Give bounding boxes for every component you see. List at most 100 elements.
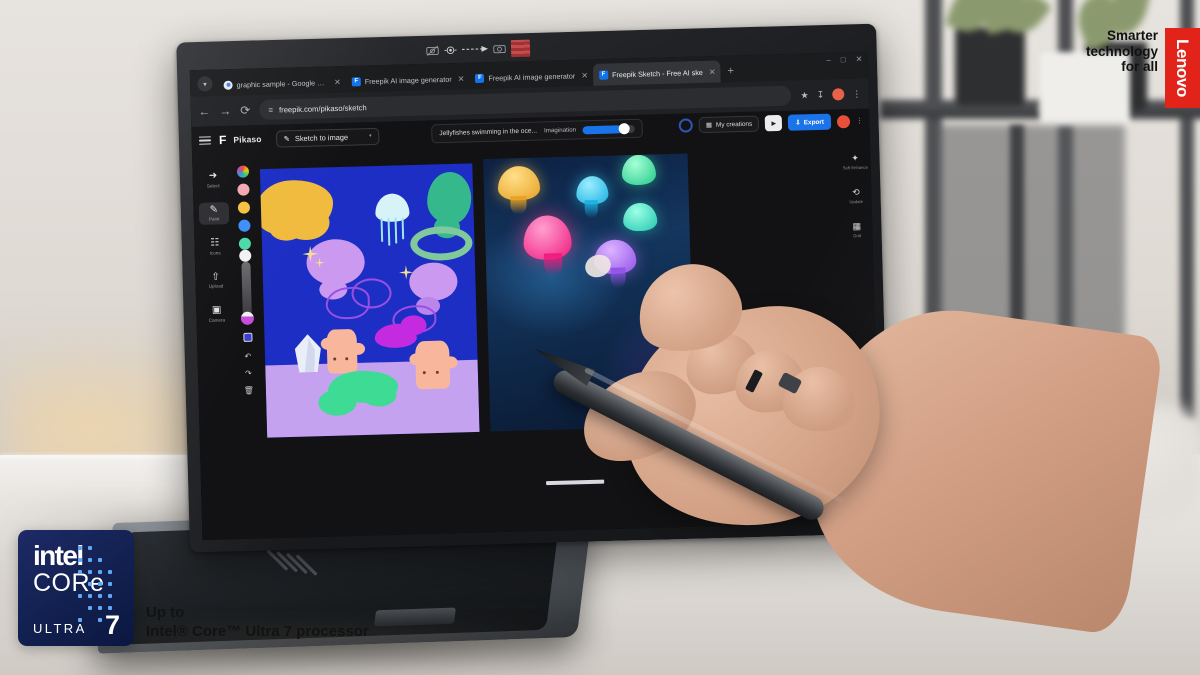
my-creations-button[interactable]: ▦ My creations — [698, 115, 760, 134]
gallery-icon: ▦ — [705, 121, 713, 129]
undo-icon[interactable]: ↶ — [244, 352, 251, 361]
chevron-down-icon: ▾ — [368, 133, 372, 140]
tool-label: Camera — [208, 316, 226, 323]
hand-with-stylus — [585, 251, 1165, 675]
upload-icon: ⇧ — [211, 270, 221, 283]
tagline-line3: for all — [1121, 59, 1158, 75]
lenovo-wordmark: Lenovo — [1173, 38, 1193, 98]
brush-icon: ✎ — [209, 203, 219, 216]
brush-size-slider[interactable] — [239, 249, 254, 326]
menu-hamburger-icon[interactable] — [198, 135, 212, 146]
progress-ring-icon — [678, 118, 694, 133]
camera-off-icon — [426, 45, 439, 56]
swatch-yellow[interactable] — [237, 201, 251, 214]
close-icon[interactable]: ✕ — [709, 67, 716, 76]
slider-handle[interactable] — [618, 123, 630, 135]
google-icon — [223, 80, 233, 90]
window-controls: – □ ✕ — [826, 55, 862, 65]
rail-label: Soft Enhance — [842, 164, 868, 171]
profile-avatar[interactable] — [832, 88, 845, 101]
camera-icon: ▣ — [211, 304, 222, 316]
camera-shutter-indicator — [395, 35, 562, 63]
more-options-icon[interactable]: ⋮ — [856, 117, 863, 125]
address-bar-value: freepik.com/pikaso/sketch — [278, 102, 367, 114]
rail-update[interactable]: ⟲ Update — [849, 187, 863, 205]
bookmark-star-icon[interactable]: ★ — [800, 90, 808, 101]
freepik-icon: F — [351, 76, 361, 86]
close-window-icon[interactable]: ✕ — [856, 55, 863, 64]
intel-caption: Up to Intel® Core™ Ultra 7 processor — [146, 604, 369, 646]
back-icon[interactable]: ← — [198, 104, 210, 118]
lenovo-tagline: Smarter technology for all — [1086, 28, 1158, 75]
lenovo-branding: Smarter technology for all Lenovo — [1086, 28, 1200, 108]
mode-select-label: Sketch to image — [294, 132, 349, 143]
tab-title: Freepik Sketch - Free AI ske — [611, 67, 703, 79]
tagline-line2: technology — [1085, 43, 1158, 59]
color-wheel-icon[interactable] — [236, 165, 250, 178]
tool-upload[interactable]: ⇧ Upload — [200, 269, 231, 292]
trash-icon[interactable]: 🗑 — [244, 386, 254, 395]
intel-logo: intel CORe ULTRA 7 — [18, 530, 134, 646]
swatch-blue[interactable] — [238, 219, 251, 232]
rail-grid[interactable]: ▦ Grid — [852, 221, 861, 239]
tab-title: Freepik AI image generator — [364, 74, 452, 86]
tool-icons[interactable]: ☷ Icons — [200, 235, 231, 258]
imagination-slider[interactable] — [583, 123, 636, 135]
laptop-hinge — [374, 607, 456, 627]
my-creations-label: My creations — [715, 120, 753, 129]
close-icon[interactable]: ✕ — [581, 71, 588, 80]
close-icon[interactable]: ✕ — [458, 74, 465, 83]
download-icon: ⇩ — [795, 119, 801, 127]
swatch-pink[interactable] — [237, 183, 250, 196]
intel-badge: intel CORe ULTRA 7 Up to Intel® Core™ Ul… — [18, 530, 369, 646]
wand-icon: ✦ — [851, 152, 859, 164]
tab-search-chevron-icon[interactable]: ▾ — [197, 76, 213, 92]
rail-soft-enhance[interactable]: ✦ Soft Enhance — [842, 153, 868, 172]
export-label: Export — [803, 118, 825, 126]
tool-sidebar: ➜ Select ✎ Paint ☷ Icons ⇧ Upload ▣ Came… — [198, 168, 232, 326]
close-icon[interactable]: ✕ — [334, 77, 341, 86]
camera-on-icon — [493, 44, 506, 53]
red-warning-sticker — [510, 39, 531, 57]
tool-label: Paint — [208, 216, 220, 222]
new-tab-button[interactable]: + — [727, 65, 734, 77]
play-icon: ▶ — [771, 120, 777, 127]
tune-icon: ≡ — [268, 105, 274, 115]
tool-paint[interactable]: ✎ Paint — [198, 201, 230, 225]
arrow-icon — [461, 45, 488, 52]
lenovo-logo: Lenovo — [1165, 28, 1200, 108]
minimize-icon[interactable]: – — [826, 55, 831, 64]
layers-icon[interactable] — [242, 332, 253, 342]
color-palette: ↶ ↷ 🗑 — [234, 165, 258, 395]
intel-dot-pattern — [78, 546, 124, 626]
sketch-canvas[interactable] — [259, 163, 480, 438]
intel-caption-line1: Up to — [146, 604, 185, 622]
mode-select[interactable]: ✎ Sketch to image ▾ — [275, 127, 380, 148]
swatch-mint[interactable] — [238, 237, 252, 250]
brush-size-handle[interactable] — [240, 311, 254, 326]
tool-label: Icons — [209, 249, 221, 256]
user-avatar[interactable] — [836, 114, 851, 128]
fingertip — [582, 251, 614, 281]
downloads-icon[interactable]: ↧ — [817, 89, 825, 100]
tab-title: graphic sample - Google Sear — [236, 77, 329, 90]
forward-icon[interactable]: → — [219, 104, 231, 118]
menu-kebab-icon[interactable]: ⋮ — [852, 88, 861, 99]
tool-camera[interactable]: ▣ Camera — [201, 302, 232, 325]
freepik-logo-icon: F — [218, 132, 226, 148]
reload-icon[interactable]: ⟳ — [240, 103, 250, 117]
maximize-icon[interactable]: □ — [841, 55, 846, 64]
rail-label: Grid — [853, 232, 862, 238]
active-color-swatch[interactable] — [239, 249, 252, 262]
tab-title: Freepik AI image generator — [488, 70, 576, 83]
magic-wand-icon: ✎ — [283, 133, 291, 143]
prompt-input[interactable]: Jellyfishes swimming in the oce... — [439, 128, 537, 138]
shapes-icon: ☷ — [210, 237, 220, 249]
play-button[interactable]: ▶ — [765, 114, 783, 132]
tool-select[interactable]: ➜ Select — [198, 168, 229, 191]
tool-label: Upload — [208, 283, 224, 289]
grid-icon: ▦ — [852, 220, 862, 231]
redo-icon[interactable]: ↷ — [245, 369, 252, 378]
imagination-label: Imagination — [543, 126, 577, 135]
export-button[interactable]: ⇩ Export — [788, 113, 832, 131]
